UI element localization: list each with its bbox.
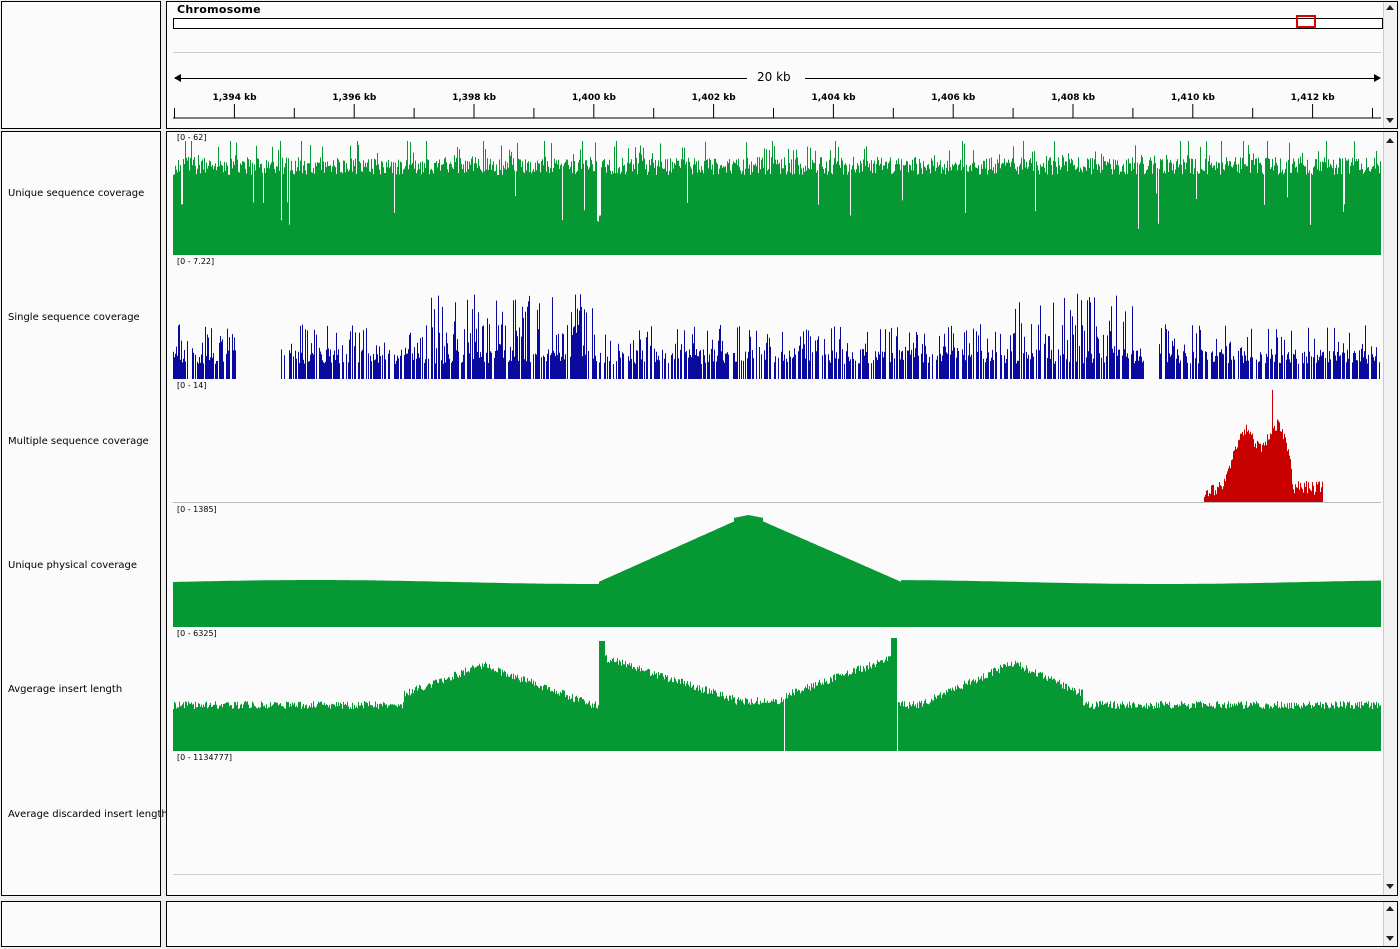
track-names-panel: Unique sequence coverage Single sequence… bbox=[1, 131, 168, 896]
track-multiple-sequence-coverage[interactable]: [0 - 14] bbox=[173, 379, 1381, 503]
track-name-unique-physical-coverage[interactable]: Unique physical coverage bbox=[8, 560, 137, 571]
coverage-area bbox=[173, 515, 1381, 627]
coverage-area bbox=[173, 141, 1381, 255]
feature-name-panel bbox=[1, 901, 161, 947]
ideogram-divider bbox=[173, 52, 1381, 53]
coverage-area bbox=[173, 390, 1381, 503]
track-single-sequence-coverage[interactable]: [0 - 7.22] bbox=[173, 255, 1381, 379]
track-average-discarded-insert-length[interactable]: [0 - 1134777] bbox=[173, 751, 1381, 875]
track-name-average-insert-length[interactable]: Avgerage insert length bbox=[8, 684, 122, 695]
track-name-unique-sequence-coverage[interactable]: Unique sequence coverage bbox=[8, 188, 144, 199]
coverage-area bbox=[173, 638, 1381, 751]
scroll-down-icon[interactable] bbox=[1386, 884, 1394, 889]
track-name-average-discarded-insert-length[interactable]: Average discarded insert length bbox=[8, 809, 168, 820]
track-name-multiple-sequence-coverage[interactable]: Multiple sequence coverage bbox=[8, 436, 149, 447]
ruler-span-line-left bbox=[175, 78, 747, 79]
track-unique-sequence-coverage[interactable]: [0 - 62] bbox=[173, 131, 1381, 255]
track-name-single-sequence-coverage[interactable]: Single sequence coverage bbox=[8, 312, 140, 323]
feature-data-panel bbox=[166, 901, 1398, 947]
track-average-insert-length[interactable]: [0 - 6325] bbox=[173, 627, 1381, 751]
header-scrollbar[interactable] bbox=[1383, 2, 1397, 128]
coverage-area bbox=[173, 293, 1381, 379]
feature-scrollbar[interactable] bbox=[1383, 902, 1397, 946]
scroll-up-icon[interactable] bbox=[1386, 906, 1394, 911]
track-range-label: [0 - 62] bbox=[177, 133, 207, 142]
ruler-ticks bbox=[173, 104, 1381, 119]
ruler-arrow-right-icon bbox=[1374, 74, 1381, 82]
scroll-down-icon[interactable] bbox=[1386, 118, 1394, 123]
track-range-label: [0 - 1385] bbox=[177, 505, 217, 514]
track-unique-physical-coverage[interactable]: [0 - 1385] bbox=[173, 503, 1381, 627]
ruler-span-label: 20 kb bbox=[757, 70, 791, 84]
track-range-label: [0 - 6325] bbox=[177, 629, 217, 638]
track-range-label: [0 - 7.22] bbox=[177, 257, 215, 266]
scroll-down-icon[interactable] bbox=[1386, 936, 1394, 941]
ruler-arrow-left-icon bbox=[174, 74, 181, 82]
track-range-label: [0 - 14] bbox=[177, 381, 207, 390]
chromosome-ideogram[interactable] bbox=[173, 18, 1383, 29]
header-name-panel bbox=[1, 1, 161, 129]
chromosome-label: Chromosome bbox=[177, 3, 261, 16]
track-range-label: [0 - 1134777] bbox=[177, 753, 232, 762]
tracks-scrollbar[interactable] bbox=[1383, 132, 1397, 895]
header-data-panel: Chromosome 20 kb 1,394 kb 1,396 kb 1,398 k… bbox=[166, 1, 1398, 129]
scroll-up-icon[interactable] bbox=[1386, 5, 1394, 10]
current-region-box[interactable] bbox=[1296, 15, 1316, 28]
ruler-span-line-right bbox=[805, 78, 1379, 79]
scroll-up-icon[interactable] bbox=[1386, 138, 1394, 143]
